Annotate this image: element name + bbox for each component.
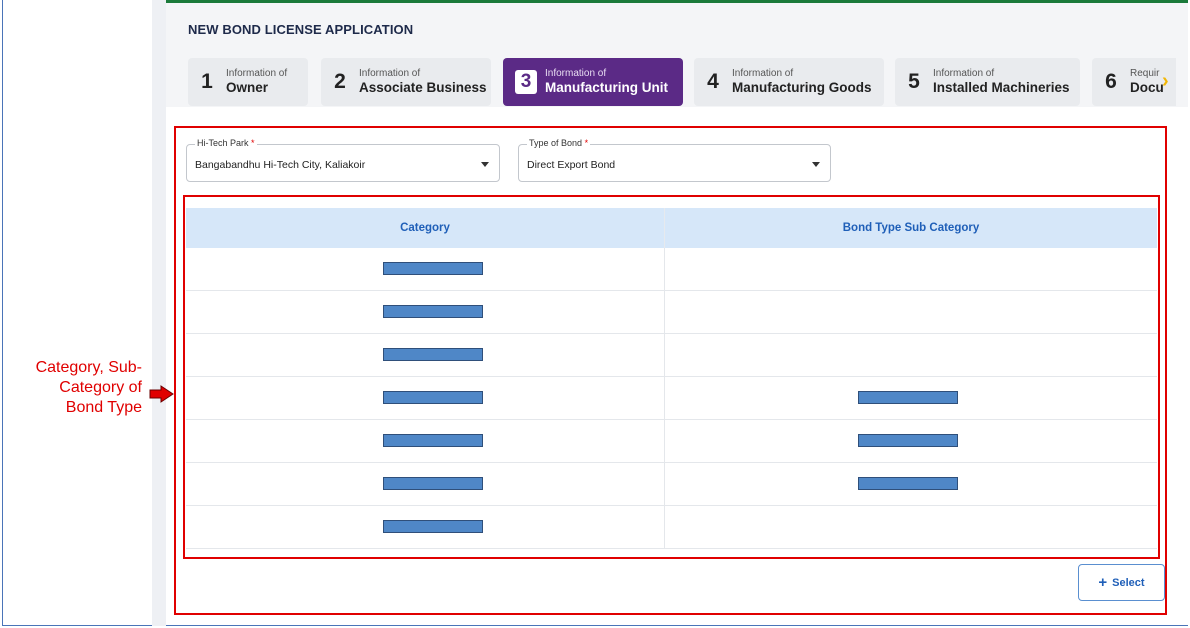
step-label: Manufacturing Unit xyxy=(545,80,668,95)
page-title: NEW BOND LICENSE APPLICATION xyxy=(188,22,414,37)
step-manufacturing-goods[interactable]: 4 Information of Manufacturing Goods xyxy=(694,58,884,106)
step-caption: Information of xyxy=(226,68,288,79)
step-manufacturing-unit[interactable]: 3 Information of Manufacturing Unit xyxy=(503,58,683,106)
step-number: 4 xyxy=(707,70,719,93)
step-caption: Information of xyxy=(732,68,794,79)
sidebar-strip xyxy=(152,0,166,626)
annotation-callout: Category, Sub- Category of Bond Type xyxy=(10,358,142,418)
step-label: Manufacturing Goods xyxy=(732,80,872,95)
chevron-right-icon[interactable]: › xyxy=(1162,70,1169,93)
annotation-highlight-table xyxy=(183,195,1160,559)
step-caption: Information of xyxy=(933,68,995,79)
select-button-label: Select xyxy=(1112,576,1145,589)
stepper: 1 Information of Owner 2 Information of … xyxy=(188,58,1176,106)
step-associate-business[interactable]: 2 Information of Associate Business xyxy=(321,58,491,106)
step-number: 2 xyxy=(334,70,346,93)
plus-icon: + xyxy=(1098,573,1108,591)
step-installed-machineries[interactable]: 5 Information of Installed Machineries xyxy=(895,58,1080,106)
step-number: 1 xyxy=(201,70,213,93)
step-number: 5 xyxy=(908,70,920,93)
step-number: 6 xyxy=(1105,70,1117,93)
step-number: 3 xyxy=(515,70,537,94)
step-label: Installed Machineries xyxy=(933,80,1070,95)
step-caption: Requir xyxy=(1130,68,1160,79)
arrow-right-icon xyxy=(149,385,174,403)
step-label: Docu xyxy=(1130,80,1164,95)
step-label: Owner xyxy=(226,80,269,95)
step-owner[interactable]: 1 Information of Owner xyxy=(188,58,308,106)
step-label: Associate Business xyxy=(359,80,487,95)
step-caption: Information of xyxy=(359,68,421,79)
annotation-line: Bond Type xyxy=(65,399,142,416)
annotation-line: Category of xyxy=(59,379,142,396)
select-button[interactable]: + Select xyxy=(1078,564,1165,601)
step-caption: Information of xyxy=(545,68,607,79)
annotation-line: Category, Sub- xyxy=(35,359,142,376)
